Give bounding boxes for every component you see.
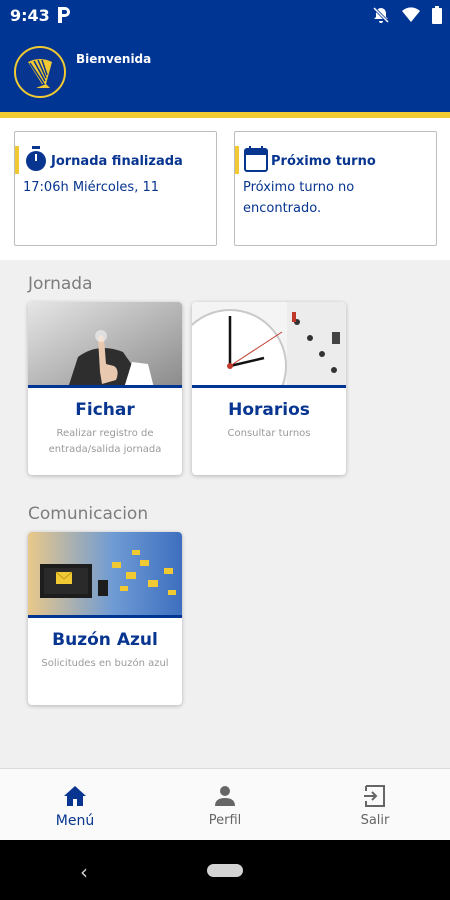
exit-icon xyxy=(362,783,388,809)
app-header: Bienvenida xyxy=(0,32,450,112)
fichar-tile[interactable]: Fichar Realizar registro de entrada/sali… xyxy=(28,302,182,475)
system-navigation-bar: ‹ xyxy=(0,840,450,900)
notifications-off-icon xyxy=(372,6,390,28)
stopwatch-icon xyxy=(24,146,48,176)
next-shift-card-text: Próximo turno no encontrado. xyxy=(243,180,355,216)
section-title-jornada: Jornada xyxy=(28,274,93,294)
jornada-status-card[interactable]: Jornada finalizada 17:06h Miércoles, 11 xyxy=(14,131,217,246)
person-icon xyxy=(212,783,238,809)
nav-item-salir[interactable]: Salir xyxy=(300,769,450,841)
section-title-comunicacion: Comunicacion xyxy=(28,504,149,524)
next-shift-card-title: Próximo turno xyxy=(271,154,376,169)
battery-icon xyxy=(432,6,442,28)
buzon-azul-subtitle: Solicitudes en buzón azul xyxy=(41,658,169,669)
horarios-title: Horarios xyxy=(228,400,310,420)
summary-section: Jornada finalizada 17:06h Miércoles, 11 … xyxy=(0,118,450,260)
bottom-navigation: Menú Perfil Salir xyxy=(0,768,450,840)
nav-label-salir: Salir xyxy=(360,813,390,828)
status-time: 9:43 xyxy=(10,6,50,25)
horarios-tile[interactable]: Horarios Consultar turnos xyxy=(192,302,346,475)
next-shift-card[interactable]: Próximo turno Próximo turno no encontrad… xyxy=(234,131,437,246)
harp-logo-icon xyxy=(14,46,66,98)
nav-label-menu: Menú xyxy=(55,813,95,829)
buzon-azul-title: Buzón Azul xyxy=(52,630,158,650)
buzon-azul-tile[interactable]: Buzón Azul Solicitudes en buzón azul xyxy=(28,532,182,705)
nav-label-perfil: Perfil xyxy=(208,813,242,828)
home-icon xyxy=(62,783,88,809)
mail-world-map-image xyxy=(28,532,182,618)
back-icon[interactable]: ‹ xyxy=(80,860,88,884)
status-bar: 9:43 xyxy=(0,0,450,32)
clock-calendar-photo xyxy=(192,302,346,388)
wifi-icon xyxy=(402,7,420,27)
welcome-text: Bienvenida xyxy=(76,52,152,66)
card-accent xyxy=(235,146,239,174)
fichar-subtitle: Realizar registro de entrada/salida jorn… xyxy=(48,428,162,455)
home-pill[interactable] xyxy=(207,864,243,877)
calendar-icon xyxy=(244,146,268,176)
jornada-card-title: Jornada finalizada xyxy=(51,154,183,169)
touch-screen-photo xyxy=(28,302,182,388)
nav-item-menu[interactable]: Menú xyxy=(0,769,150,841)
fichar-title: Fichar xyxy=(75,400,135,420)
horarios-subtitle: Consultar turnos xyxy=(227,428,311,439)
parking-app-icon xyxy=(56,6,72,24)
status-icons xyxy=(372,6,442,28)
card-accent xyxy=(15,146,19,174)
jornada-card-text: 17:06h Miércoles, 11 xyxy=(23,180,160,195)
nav-item-perfil[interactable]: Perfil xyxy=(150,769,300,841)
